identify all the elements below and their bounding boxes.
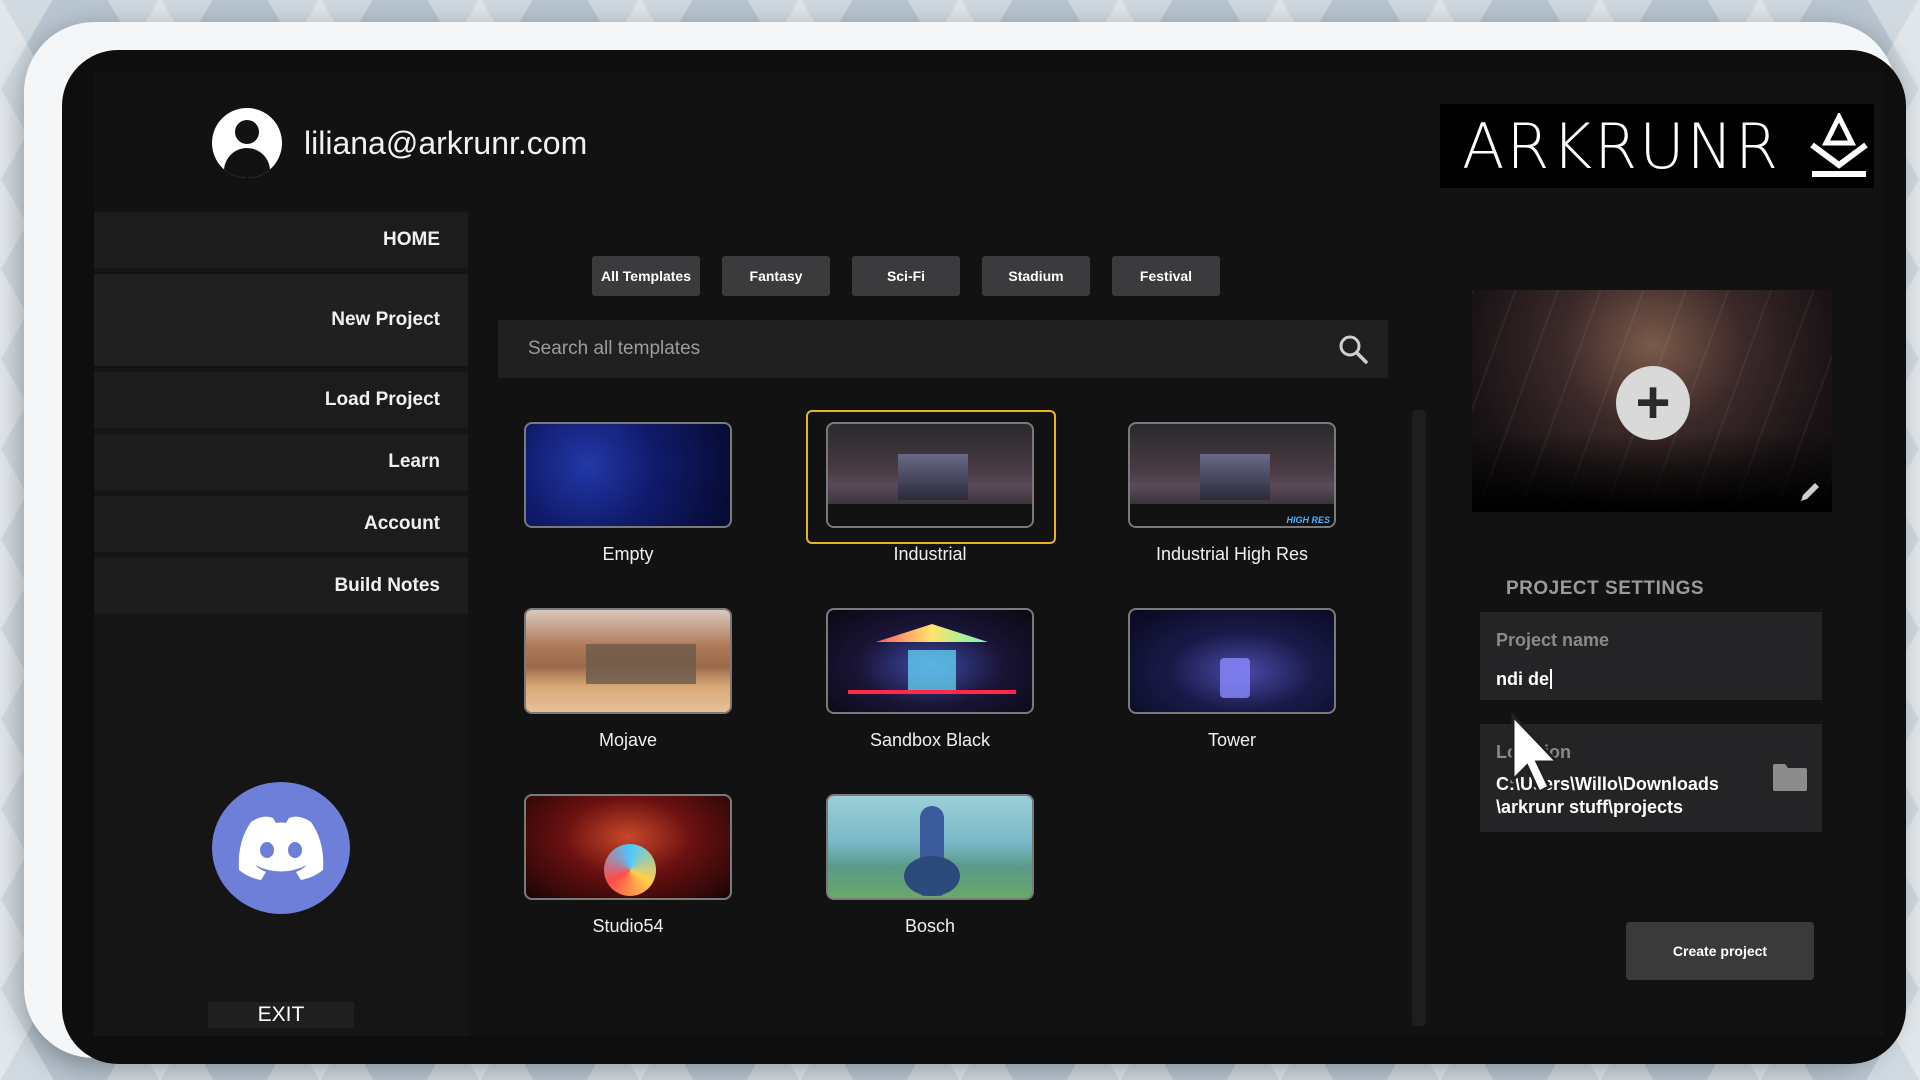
template-thumbnail [524, 422, 732, 528]
template-label: Studio54 [592, 916, 664, 936]
sidebar: HOME New Project Load Project Learn Acco… [94, 212, 468, 1036]
template-thumbnail [826, 422, 1034, 528]
project-name-field[interactable]: Project name ndi de [1480, 612, 1822, 700]
device-frame: liliana@arkrunr.com ARKRUNR HOME New Pro… [24, 22, 1906, 1064]
template-thumbnail [524, 794, 732, 900]
template-card-studio54[interactable]: Studio54 [524, 794, 732, 937]
arkrunr-logo: ARKRUNR [1440, 104, 1874, 188]
search-placeholder: Search all templates [528, 338, 701, 359]
user-circle-icon[interactable] [212, 108, 282, 178]
project-name-value: ndi de [1496, 669, 1822, 690]
search-input[interactable]: Search all templates [498, 320, 1388, 378]
tab-stadium[interactable]: Stadium [982, 256, 1090, 296]
template-label: Mojave [598, 730, 658, 750]
discord-icon[interactable] [212, 782, 350, 914]
sidebar-item-account[interactable]: Account [94, 496, 468, 552]
location-line-2: \arkrunr stuff\projects [1496, 797, 1684, 817]
add-thumbnail-icon[interactable]: + [1616, 366, 1690, 440]
user-info: liliana@arkrunr.com [212, 108, 587, 178]
tab-all-templates[interactable]: All Templates [592, 256, 700, 296]
logo-text: ARKRUNR [1462, 109, 1781, 183]
template-label: Sandbox Black [869, 730, 991, 750]
project-name-text: ndi de [1496, 669, 1549, 689]
template-card-mojave[interactable]: Mojave [524, 608, 732, 751]
mouse-cursor-icon [1511, 712, 1561, 795]
template-thumbnail: HIGH RES [1128, 422, 1336, 528]
template-card-industrial[interactable]: Industrial [806, 410, 1056, 565]
template-label: Industrial High Res [1155, 544, 1309, 564]
search-icon[interactable] [1338, 334, 1368, 364]
logo-mark-icon [1810, 113, 1868, 177]
project-settings-title: PROJECT SETTINGS [1506, 578, 1705, 599]
app-content: liliana@arkrunr.com ARKRUNR HOME New Pro… [94, 72, 1884, 1036]
template-card-sandbox-black[interactable]: Sandbox Black [826, 608, 1034, 751]
sidebar-item-label: Account [364, 513, 440, 534]
template-label: Tower [1207, 730, 1256, 750]
template-thumbnail [524, 608, 732, 714]
tab-sci-fi[interactable]: Sci-Fi [852, 256, 960, 296]
sidebar-item-label: New Project [331, 309, 440, 330]
discord-logo-shape [238, 816, 324, 880]
sidebar-item-label: Load Project [324, 389, 440, 410]
template-label: Empty [602, 544, 654, 564]
sidebar-item-label: Build Notes [334, 575, 440, 596]
template-thumbnail [826, 608, 1034, 714]
exit-button[interactable]: EXIT [208, 1002, 354, 1028]
sidebar-item-learn[interactable]: Learn [94, 434, 468, 490]
template-card-tower[interactable]: Tower [1128, 608, 1336, 751]
edit-pencil-icon[interactable] [1798, 480, 1822, 504]
templates-scrollbar[interactable] [1412, 410, 1426, 1026]
user-email: liliana@arkrunr.com [304, 124, 588, 161]
sidebar-item-load-project[interactable]: Load Project [94, 372, 468, 428]
template-card-empty[interactable]: Empty [524, 422, 732, 565]
sidebar-item-label: Learn [388, 451, 440, 472]
template-label: Industrial [893, 544, 967, 564]
sidebar-item-home[interactable]: HOME [94, 212, 468, 268]
template-thumbnail [826, 794, 1034, 900]
tab-fantasy[interactable]: Fantasy [722, 256, 830, 296]
template-card-bosch[interactable]: Bosch [826, 794, 1034, 937]
project-name-label: Project name [1496, 630, 1610, 650]
template-label: Bosch [904, 916, 956, 936]
app-window: liliana@arkrunr.com ARKRUNR HOME New Pro… [62, 50, 1906, 1064]
create-project-button[interactable]: Create project [1626, 922, 1814, 980]
sidebar-item-new-project[interactable]: New Project [94, 274, 468, 366]
sidebar-item-build-notes[interactable]: Build Notes [94, 558, 468, 614]
tab-festival[interactable]: Festival [1112, 256, 1220, 296]
high-res-badge: HIGH RES [1286, 515, 1330, 525]
template-card-industrial-high-res[interactable]: HIGH RES Industrial High Res [1128, 422, 1336, 565]
folder-icon[interactable] [1772, 762, 1808, 792]
text-caret [1550, 669, 1552, 689]
project-thumbnail-preview[interactable]: + [1472, 290, 1832, 512]
sidebar-item-label: HOME [383, 229, 440, 250]
template-thumbnail [1128, 608, 1336, 714]
